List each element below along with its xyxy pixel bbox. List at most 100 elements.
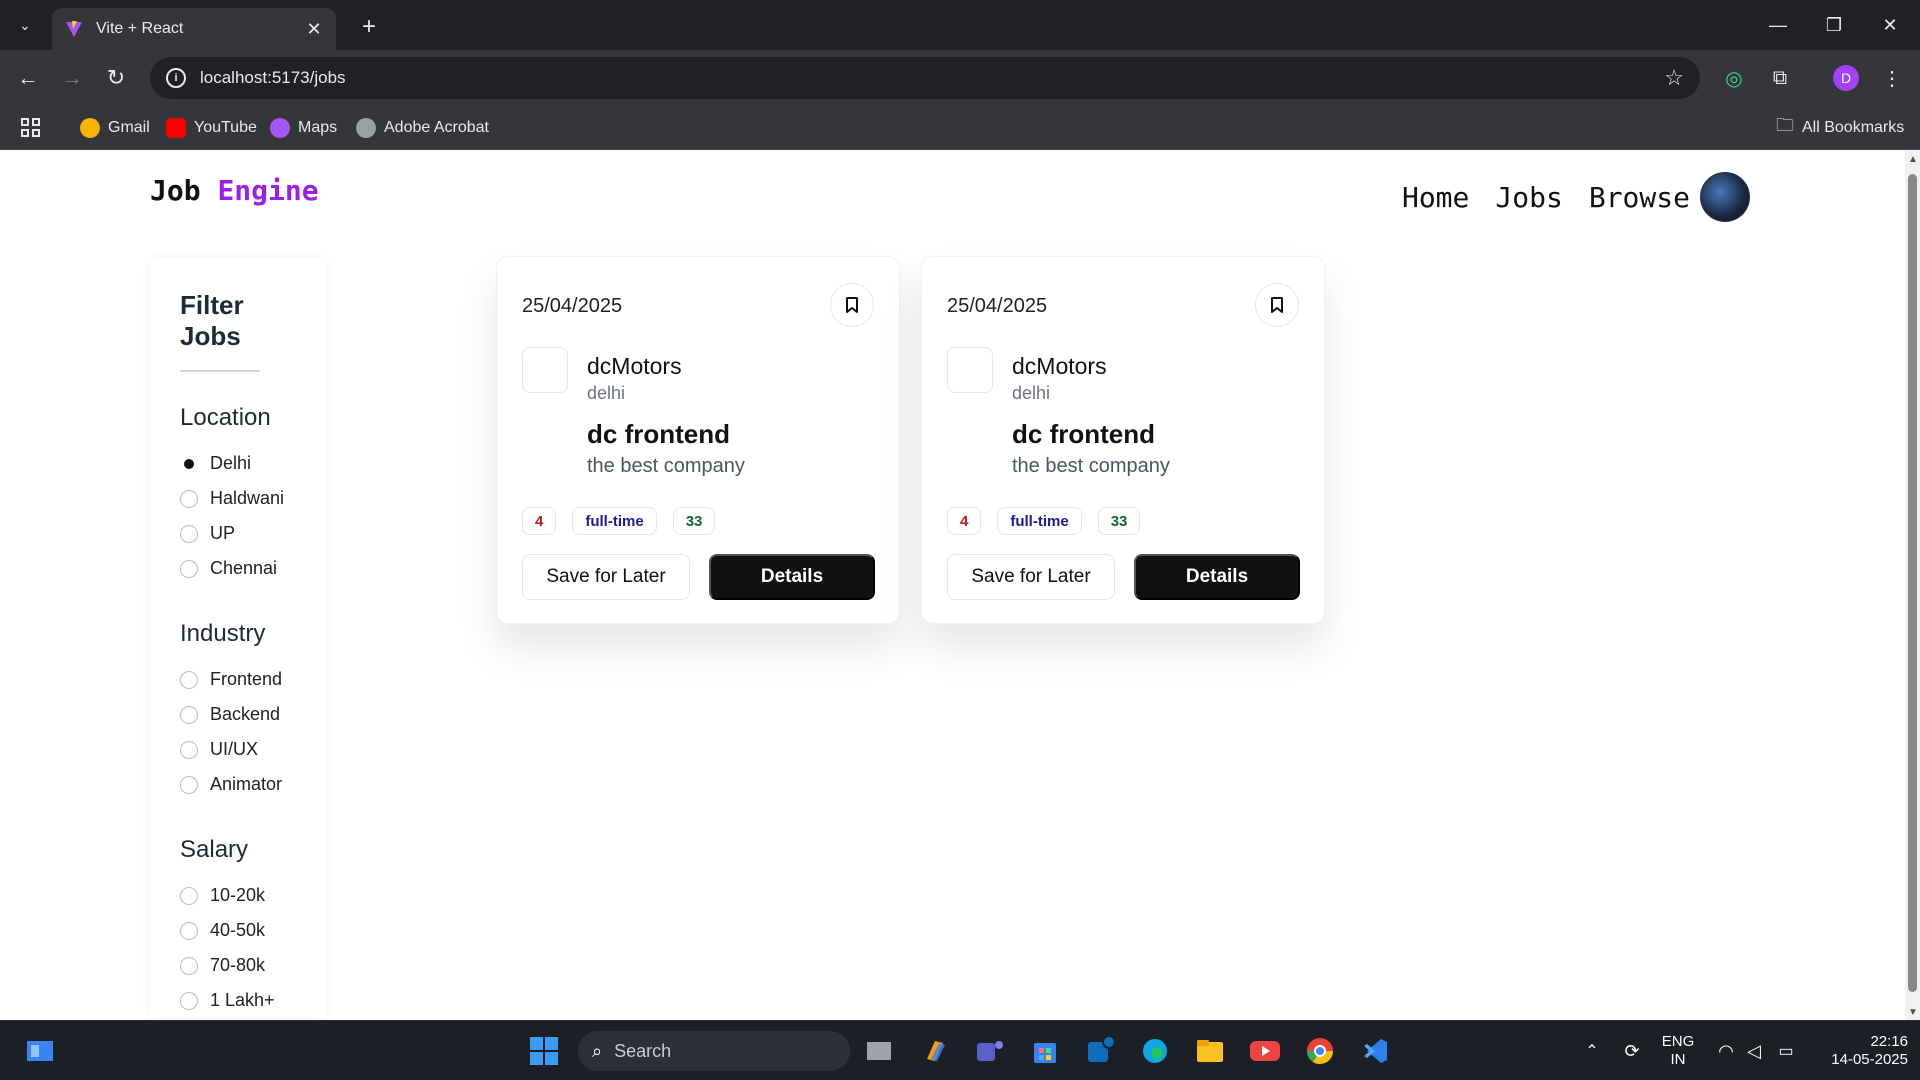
tab-search-button[interactable]: ⌄ <box>8 8 42 42</box>
job-description: the best company <box>587 455 745 477</box>
chrome-icon[interactable] <box>1302 1033 1338 1069</box>
bookmark-button[interactable] <box>830 283 874 327</box>
company-logo <box>522 347 568 393</box>
apps-grid-icon[interactable] <box>20 116 42 140</box>
user-avatar[interactable] <box>1700 172 1750 222</box>
divider <box>180 370 260 372</box>
bookmark-label: Maps <box>298 119 338 136</box>
option-haldwani[interactable]: Haldwani <box>180 481 296 516</box>
details-button[interactable]: Details <box>1134 554 1300 600</box>
radio[interactable] <box>180 921 198 940</box>
option-backend[interactable]: Backend <box>180 697 296 732</box>
nav-browse[interactable]: Browse <box>1589 181 1690 214</box>
radio[interactable] <box>180 991 198 1010</box>
option-chennai[interactable]: Chennai <box>180 551 296 586</box>
option-label: UI/UX <box>210 739 259 759</box>
option-uiux[interactable]: UI/UX <box>180 732 296 767</box>
scrollbar-thumb[interactable] <box>1908 174 1917 992</box>
vscode-icon[interactable] <box>1357 1033 1393 1069</box>
bookmark-maps[interactable]: Maps <box>270 116 337 140</box>
bookmark-youtube[interactable]: YouTube <box>166 116 257 140</box>
outlook-icon[interactable] <box>1082 1033 1118 1069</box>
edge-icon[interactable] <box>1137 1033 1173 1069</box>
windows-start-icon[interactable] <box>526 1033 562 1069</box>
forward-button[interactable]: → <box>54 60 90 96</box>
teams-icon[interactable] <box>972 1033 1008 1069</box>
scroll-up-icon[interactable]: ▲ <box>1908 154 1918 165</box>
battery-icon[interactable]: ▭ <box>1768 1033 1804 1069</box>
page-scrollbar[interactable]: ▲ ▼ <box>1905 150 1920 1020</box>
company-name: dcMotors <box>587 353 682 379</box>
option-70-80k[interactable]: 70-80k <box>180 948 296 983</box>
restore-button[interactable]: ❐ <box>1806 0 1862 50</box>
radio[interactable] <box>180 524 198 543</box>
save-for-later-button[interactable]: Save for Later <box>522 554 690 600</box>
app-logo[interactable]: Job Engine <box>150 174 319 207</box>
language-indicator[interactable]: ENG IN <box>1658 1033 1698 1069</box>
copilot-icon[interactable] <box>917 1033 953 1069</box>
radio[interactable] <box>180 740 198 759</box>
logo-text: Job <box>150 174 201 207</box>
reload-button[interactable]: ↻ <box>98 60 134 96</box>
bookmark-button[interactable] <box>1255 283 1299 327</box>
job-date: 25/04/2025 <box>522 295 623 317</box>
option-delhi[interactable]: Delhi <box>180 446 296 481</box>
extension-icon[interactable]: ◎ <box>1716 60 1752 96</box>
bookmark-star-icon[interactable]: ☆ <box>1664 65 1684 91</box>
radio[interactable] <box>180 886 198 905</box>
search-icon: ⌕ <box>592 1040 603 1061</box>
extensions-puzzle-icon[interactable]: ⧉ <box>1762 60 1798 96</box>
bookmark-gmail[interactable]: Gmail <box>80 116 150 140</box>
youtube-icon <box>166 118 186 138</box>
minimize-button[interactable]: — <box>1750 0 1806 50</box>
volume-icon[interactable]: ◁ <box>1736 1033 1772 1069</box>
widgets-icon[interactable] <box>22 1033 58 1069</box>
microsoft-store-icon[interactable] <box>1027 1033 1063 1069</box>
file-explorer-icon[interactable] <box>1192 1033 1228 1069</box>
radio[interactable] <box>180 489 198 508</box>
save-for-later-button[interactable]: Save for Later <box>947 554 1115 600</box>
back-button[interactable]: ← <box>10 60 46 96</box>
close-tab-icon[interactable]: ✕ <box>304 19 324 40</box>
profile-button[interactable]: D <box>1828 60 1864 96</box>
radio[interactable] <box>180 670 198 689</box>
all-bookmarks-button[interactable]: 🗀 All Bookmarks <box>1776 115 1905 140</box>
new-tab-button[interactable]: + <box>352 10 386 44</box>
maps-icon <box>270 118 290 138</box>
option-frontend[interactable]: Frontend <box>180 662 296 697</box>
chevron-up-icon[interactable]: ⌃ <box>1574 1033 1610 1069</box>
option-1-lakh[interactable]: 1 Lakh+ <box>180 983 296 1018</box>
taskbar-search[interactable]: ⌕ Search <box>578 1031 850 1071</box>
bookmark-label: YouTube <box>194 119 257 136</box>
radio[interactable] <box>180 705 198 724</box>
filter-title: Filter Jobs <box>180 290 244 351</box>
address-bar[interactable]: i localhost:5173/jobs ☆ <box>150 57 1700 99</box>
radio-selected[interactable] <box>180 454 198 473</box>
region-code: IN <box>1670 1051 1686 1068</box>
bookmark-adobe-acrobat[interactable]: Adobe Acrobat <box>356 116 489 140</box>
option-label: 1 Lakh+ <box>210 990 275 1010</box>
radio[interactable] <box>180 775 198 794</box>
youtube-app-icon[interactable] <box>1247 1033 1283 1069</box>
nav-home[interactable]: Home <box>1402 181 1469 214</box>
details-button[interactable]: Details <box>709 554 875 600</box>
all-bookmarks-label: All Bookmarks <box>1802 119 1905 136</box>
clock[interactable]: 22:16 14-05-2025 <box>1808 1033 1908 1069</box>
option-40-50k[interactable]: 40-50k <box>180 913 296 948</box>
option-10-20k[interactable]: 10-20k <box>180 878 296 913</box>
industry-options: Frontend Backend UI/UX Animator <box>180 662 296 802</box>
site-info-icon[interactable]: i <box>166 68 186 88</box>
positions-badge: 4 <box>522 507 557 535</box>
option-up[interactable]: UP <box>180 516 296 551</box>
radio[interactable] <box>180 559 198 578</box>
sync-icon[interactable]: ⟳ <box>1614 1033 1650 1069</box>
scroll-down-icon[interactable]: ▼ <box>1908 1007 1918 1018</box>
browser-tab[interactable]: Vite + React ✕ <box>52 8 336 50</box>
close-window-button[interactable]: ✕ <box>1862 0 1918 50</box>
nav-jobs[interactable]: Jobs <box>1495 181 1562 214</box>
option-animator[interactable]: Animator <box>180 767 296 802</box>
radio[interactable] <box>180 956 198 975</box>
menu-kebab-icon[interactable]: ⋮ <box>1874 60 1910 96</box>
task-view-icon[interactable] <box>862 1033 898 1069</box>
job-location: delhi <box>1012 383 1051 403</box>
